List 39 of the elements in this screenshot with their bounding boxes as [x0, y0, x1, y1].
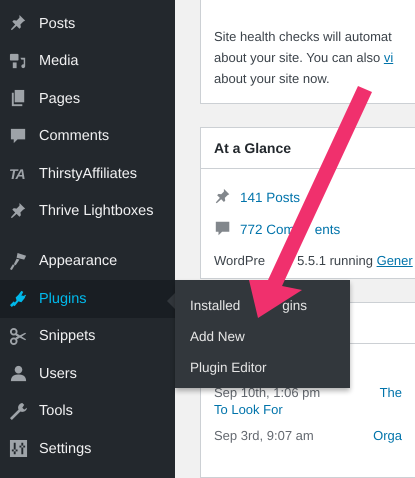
submenu-item[interactable]: Installed	[190, 296, 240, 316]
version-text: 5.5.1 running	[297, 253, 374, 268]
menu-item[interactable]: Settings	[0, 430, 175, 468]
menu-item[interactable]: Plugins	[0, 280, 175, 318]
link[interactable]: vi	[384, 50, 394, 65]
post-link[interactable]: To Look For	[214, 402, 402, 417]
submenu-item[interactable]: Plugin Editor	[190, 358, 267, 378]
menu-item[interactable]: Pages	[0, 80, 175, 118]
user-icon	[9, 364, 28, 384]
menu-item[interactable]: Posts	[0, 5, 175, 42]
menu-item[interactable]: Users	[0, 355, 175, 392]
plug-icon	[9, 289, 28, 308]
theme-link[interactable]: Gener	[376, 253, 413, 268]
site-health-text: Site health checks will automat about your site. You can also vi about your site now.	[214, 28, 394, 88]
menu-item[interactable]: Appearance	[0, 242, 175, 280]
menu-item[interactable]: Comments	[0, 118, 175, 155]
submenu-item[interactable]: gins	[282, 296, 308, 316]
pin-icon	[9, 202, 28, 221]
menu-item[interactable]: Tools	[0, 392, 175, 430]
submenu-item[interactable]: Add New	[190, 326, 245, 346]
menu-item[interactable]: Thrive Lightboxes	[0, 192, 175, 230]
menu-item[interactable]: TA ThirstyAffiliates	[0, 155, 175, 192]
media-icon	[9, 52, 28, 71]
paintbrush-icon	[9, 252, 28, 271]
date-text: Sep 3rd, 9:07 am	[214, 428, 315, 442]
ta-logo-icon: TA	[9, 166, 28, 182]
sliders-icon	[9, 439, 28, 458]
stat-link[interactable]: ents	[314, 222, 340, 236]
version-text: WordPre	[214, 253, 266, 268]
date-text: Sep 10th, 1:06 pm	[214, 384, 322, 400]
post-link[interactable]: The	[380, 384, 402, 400]
stat-link[interactable]: 141 Posts	[240, 190, 300, 204]
menu-item[interactable]: Media	[0, 42, 175, 80]
scissors-icon	[9, 326, 28, 346]
wrench-icon	[9, 402, 28, 421]
pin-icon	[214, 188, 232, 206]
speech-bubble-icon	[214, 220, 232, 238]
post-link[interactable]: Orga	[373, 428, 402, 442]
menu-item[interactable]: Snippets	[0, 318, 175, 355]
